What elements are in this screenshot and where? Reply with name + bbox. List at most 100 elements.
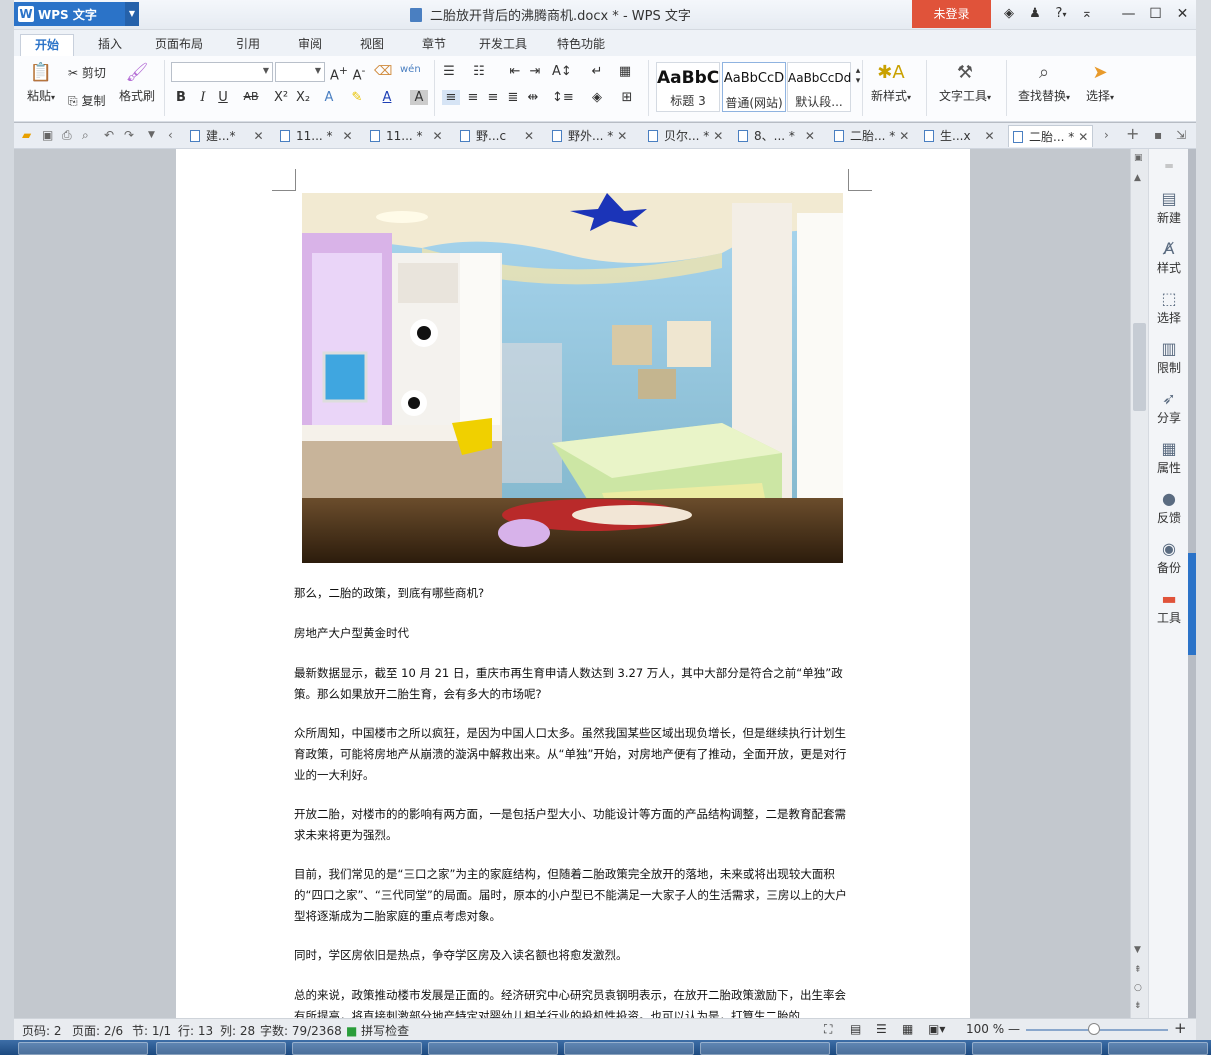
- next-page-icon[interactable]: ⇟: [1134, 1001, 1142, 1011]
- bullets-icon[interactable]: ☰: [440, 64, 458, 79]
- document-page[interactable]: 那么，二胎的政策，到底有哪些商机? 房地产大户型黄金时代 最新数据显示，截至 1…: [176, 149, 970, 1018]
- text-effect-icon[interactable]: A: [320, 90, 338, 105]
- chinese-layout-icon[interactable]: A↕: [552, 64, 572, 79]
- italic-icon[interactable]: I: [194, 90, 212, 105]
- close-button[interactable]: ✕: [1169, 2, 1196, 26]
- sidebar-item-new[interactable]: ▤ 新建: [1149, 189, 1189, 226]
- tab-options-icon[interactable]: ⇲: [1176, 128, 1186, 142]
- tab-page-layout[interactable]: 页面布局: [146, 34, 212, 56]
- paragraph-shading-icon[interactable]: ◈: [588, 90, 606, 105]
- bedroom-photo[interactable]: [302, 193, 843, 563]
- style-default-paragraph[interactable]: AaBbCcDd 默认段...: [787, 62, 851, 112]
- sidebar-item-properties[interactable]: ▦ 属性: [1149, 439, 1189, 476]
- doc-tab[interactable]: 11... * ✕: [280, 125, 353, 147]
- bold-icon[interactable]: B: [172, 90, 190, 105]
- tab-special[interactable]: 特色功能: [548, 34, 614, 56]
- panel-collapse-icon[interactable]: ═: [1149, 159, 1189, 173]
- underline-icon[interactable]: U: [214, 90, 232, 105]
- taskbar-item[interactable]: [18, 1042, 148, 1055]
- taskbar-item[interactable]: [836, 1042, 966, 1055]
- sidebar-item-feedback[interactable]: ● 反馈: [1149, 489, 1189, 526]
- scrollbar-thumb[interactable]: [1133, 323, 1146, 411]
- doc-tab[interactable]: 8、... * ✕: [738, 125, 815, 147]
- maximize-button[interactable]: ☐: [1142, 2, 1169, 26]
- customize-dropdown-icon[interactable]: ▼: [148, 130, 155, 140]
- new-tab-icon[interactable]: +: [1126, 124, 1139, 143]
- borders-icon[interactable]: ⊞: [618, 90, 636, 105]
- open-folder-icon[interactable]: ▰: [22, 128, 31, 142]
- ruler-toggle-icon[interactable]: ▣: [1134, 153, 1143, 163]
- close-icon[interactable]: ✕: [985, 125, 995, 147]
- tab-review[interactable]: 审阅: [286, 34, 334, 56]
- page-view-icon[interactable]: ▤: [850, 1022, 861, 1036]
- taskbar-item[interactable]: [156, 1042, 286, 1055]
- taskbar-item[interactable]: [292, 1042, 422, 1055]
- app-menu-button[interactable]: W WPS 文字: [14, 2, 125, 26]
- doc-tab[interactable]: 11... * ✕: [370, 125, 443, 147]
- taskbar-item[interactable]: [1108, 1042, 1208, 1055]
- doc-tab[interactable]: 野...c ✕: [460, 125, 534, 147]
- doc-tab[interactable]: 野外... * ✕: [552, 125, 627, 147]
- tab-insert[interactable]: 插入: [86, 34, 134, 56]
- zoom-out-icon[interactable]: —: [1008, 1022, 1020, 1036]
- zoom-slider-thumb[interactable]: [1088, 1023, 1100, 1035]
- shield-icon[interactable]: ◈: [998, 4, 1020, 24]
- justify-icon[interactable]: ≣: [504, 90, 522, 105]
- taskbar-item[interactable]: [564, 1042, 694, 1055]
- app-menu-dropdown-icon[interactable]: ▼: [125, 2, 139, 26]
- close-icon[interactable]: ✕: [433, 125, 443, 147]
- font-color-icon[interactable]: A: [378, 90, 396, 105]
- styles-scroll-icon[interactable]: ▴ ▾: [849, 66, 867, 86]
- sidebar-item-share[interactable]: ➶ 分享: [1149, 389, 1189, 426]
- print-icon[interactable]: ⎙: [62, 128, 72, 143]
- numbering-icon[interactable]: ☷: [470, 64, 488, 79]
- sidebar-item-select[interactable]: ⬚ 选择: [1149, 289, 1189, 326]
- vertical-scrollbar[interactable]: ▣ ▲ ▼ ⇞ ○ ⇟: [1130, 149, 1148, 1018]
- subscript-icon[interactable]: X₂: [294, 90, 312, 105]
- redo-icon[interactable]: ↷: [124, 128, 134, 142]
- copy-button[interactable]: ⎘ 复制: [68, 92, 105, 109]
- increase-indent-icon[interactable]: ⇥: [526, 64, 544, 79]
- phonetic-guide-icon[interactable]: wén: [400, 64, 421, 75]
- prev-page-icon[interactable]: ⇞: [1134, 965, 1142, 975]
- sidebar-item-tools[interactable]: ▬ 工具: [1149, 589, 1189, 626]
- tabs-scroll-right-icon[interactable]: ›: [1104, 128, 1109, 142]
- close-icon[interactable]: ✕: [253, 125, 263, 147]
- cut-button[interactable]: ✂ 剪切: [68, 64, 106, 81]
- tab-view[interactable]: 视图: [348, 34, 396, 56]
- spell-check-toggle[interactable]: ■ 拼写检查: [346, 1022, 409, 1039]
- tab-list-icon[interactable]: ▪: [1154, 128, 1162, 142]
- help-icon[interactable]: ?▾: [1050, 4, 1072, 24]
- select-browse-object-icon[interactable]: ○: [1134, 983, 1142, 993]
- paste-button[interactable]: 📋 粘贴▾: [24, 62, 58, 104]
- sidebar-item-style[interactable]: A̸ 样式: [1149, 239, 1189, 276]
- sidebar-item-restrict[interactable]: ▥ 限制: [1149, 339, 1189, 376]
- char-shading-icon[interactable]: A: [410, 90, 428, 105]
- clear-format-icon[interactable]: ⌫: [374, 64, 392, 79]
- close-icon[interactable]: ✕: [1078, 126, 1088, 148]
- font-size-select[interactable]: ▼: [275, 62, 325, 82]
- sidebar-item-backup[interactable]: ◉ 备份: [1149, 539, 1189, 576]
- doc-tab[interactable]: 贝尔... * ✕: [648, 125, 723, 147]
- full-screen-view-icon[interactable]: ⛶: [824, 1022, 832, 1037]
- close-icon[interactable]: ✕: [899, 125, 909, 147]
- tab-developer[interactable]: 开发工具: [470, 34, 536, 56]
- close-icon[interactable]: ✕: [617, 125, 627, 147]
- taskbar-item[interactable]: [428, 1042, 558, 1055]
- style-normal-web[interactable]: AaBbCcD 普通(网站): [722, 62, 786, 112]
- minimize-button[interactable]: —: [1115, 2, 1142, 26]
- strikethrough-icon[interactable]: AB: [242, 90, 260, 103]
- shrink-font-icon[interactable]: A-: [350, 64, 368, 83]
- shirt-icon[interactable]: ♟: [1024, 4, 1046, 24]
- taskbar-item[interactable]: [700, 1042, 830, 1055]
- font-name-select[interactable]: ▼: [171, 62, 273, 82]
- highlight-icon[interactable]: ✎: [348, 90, 366, 105]
- close-icon[interactable]: ✕: [713, 125, 723, 147]
- status-word-count[interactable]: 字数: 79/2368: [260, 1022, 342, 1039]
- zoom-in-icon[interactable]: +: [1174, 1019, 1187, 1037]
- scroll-up-icon[interactable]: ▲: [1134, 173, 1141, 183]
- web-view-icon[interactable]: ▦: [902, 1022, 913, 1036]
- align-center-icon[interactable]: ≡: [464, 90, 482, 105]
- select-button[interactable]: ➤ 选择▾: [1080, 62, 1120, 104]
- tab-references[interactable]: 引用: [224, 34, 272, 56]
